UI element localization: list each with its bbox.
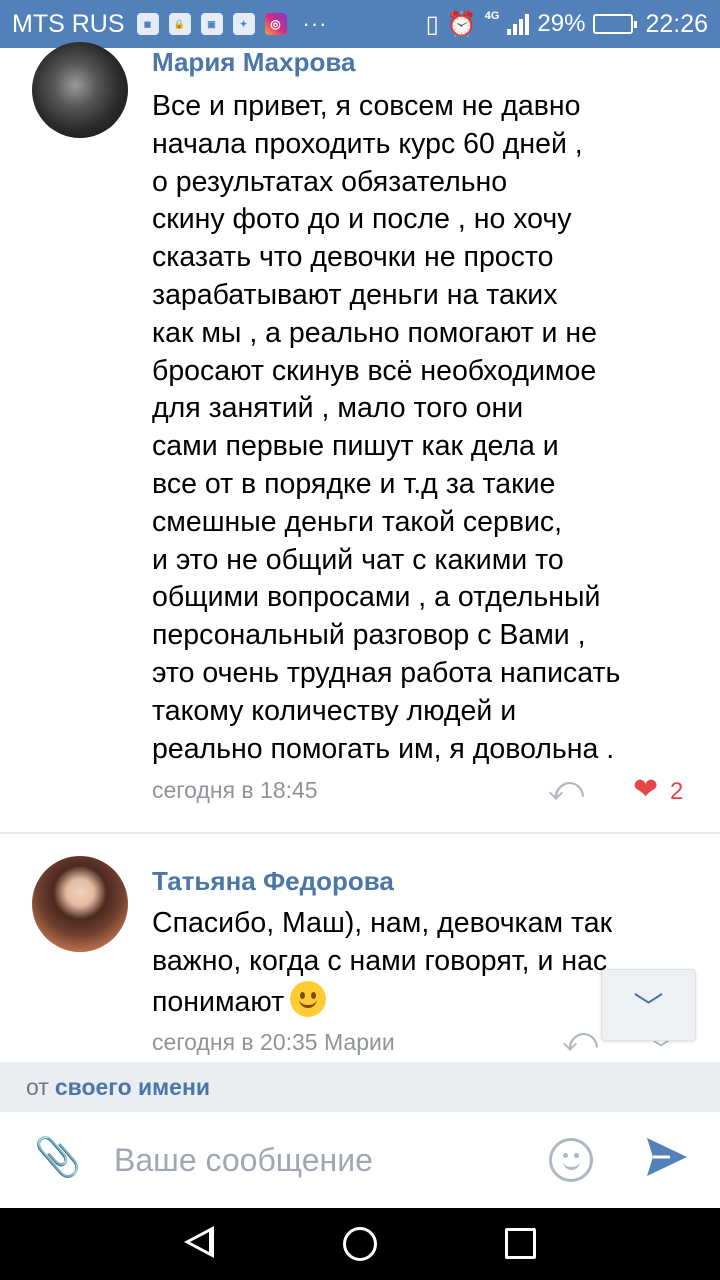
comment-line: о результатах обязательно <box>152 165 508 198</box>
comment-line: бросают скинув всё необходимое <box>152 354 597 387</box>
avatar[interactable] <box>32 856 128 952</box>
comment-line: все от в порядке и т.д за такие <box>152 467 556 500</box>
comment-line: как мы , а реально помогают и не <box>152 316 597 349</box>
post-as-prefix: от <box>26 1073 49 1100</box>
comment-line: сами первые пишут как дела и <box>152 430 559 463</box>
back-icon-inner <box>190 1232 209 1252</box>
chevron-down-icon: ﹀ <box>633 992 664 1025</box>
screen: MTS RUS ◼ 🔒 ▣ ✦ ◎ ··· ▯ ⏰ 4G 29% 22:26 М… <box>0 0 720 1280</box>
compose-bar: 📎 <box>0 1112 720 1208</box>
attach-icon[interactable]: 📎 <box>34 1136 81 1180</box>
scroll-down-button[interactable]: ﹀ <box>601 969 696 1041</box>
comment-author[interactable]: Татьяна Федорова <box>152 866 394 897</box>
comment-time: сегодня в 18:45 <box>152 777 318 803</box>
comment: Мария Махрова Все и привет, я совсем не … <box>0 0 720 832</box>
comment-author[interactable]: Мария Махрова <box>152 47 355 78</box>
send-icon[interactable] <box>644 1134 690 1180</box>
comment-time: сегодня в 20:35 Марии <box>152 1029 395 1055</box>
home-icon[interactable] <box>343 1227 377 1261</box>
comment-line: персональный разговор с Вами , <box>152 619 586 652</box>
comment-line: реально помогать им, я довольна . <box>152 732 615 765</box>
comment-line: общими вопросами , а отдельный <box>152 581 601 614</box>
comment-line: такому количеству людей и <box>152 694 517 727</box>
comment-line: Все и привет, я совсем не давно <box>152 90 581 122</box>
comment-text: Все и привет, я совсем не давно начала пр… <box>152 88 692 768</box>
reply-icon[interactable]: ⤺ <box>548 770 584 809</box>
post-as-link[interactable]: своего имени <box>55 1074 210 1101</box>
like-count: 2 <box>670 778 684 805</box>
comment-line: это очень трудная работа написать <box>152 656 621 689</box>
comment-line: для занятий , мало того они <box>152 392 524 425</box>
emoji-icon[interactable] <box>549 1138 593 1182</box>
system-nav-bar <box>0 1208 720 1280</box>
comment-line: скину фото до и после , но хочу <box>152 203 572 236</box>
comment-line: смешные деньги такой сервис, <box>152 505 563 538</box>
avatar[interactable] <box>32 42 128 138</box>
comment-line: и это не общий чат с какими то <box>152 543 564 576</box>
like-heart-icon[interactable]: ❤ <box>633 772 658 807</box>
comment-line: зарабатывают деньги на таких <box>152 278 558 311</box>
post-as-bar: от своего имени <box>0 1062 720 1112</box>
message-input[interactable] <box>102 1130 522 1190</box>
comment-line: сказать что девочки не просто <box>152 241 554 274</box>
reply-icon[interactable]: ⤺ <box>562 1021 598 1060</box>
comment-line: Спасибо, Маш), нам, девочкам так <box>152 907 613 939</box>
comment-line: начала проходить курс 60 дней , <box>152 127 583 160</box>
recents-icon[interactable] <box>505 1228 536 1259</box>
smile-emoji-icon <box>290 980 327 1017</box>
